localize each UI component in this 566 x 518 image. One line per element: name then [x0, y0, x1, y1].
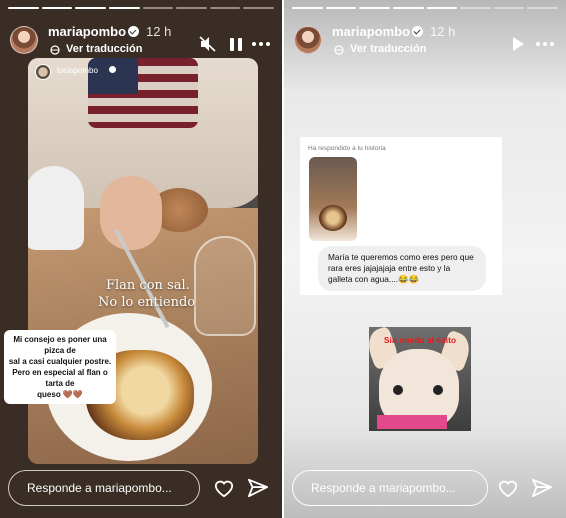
- progress-segment: [460, 7, 491, 9]
- dog-eye: [433, 385, 443, 395]
- play-icon[interactable]: [510, 34, 526, 54]
- progress-segment: [392, 7, 424, 9]
- story-time: 12 h: [146, 24, 172, 39]
- reply-input[interactable]: Responde a mariapombo...: [292, 470, 488, 506]
- story-panel-left[interactable]: mariapombo 12 h Ver traducción luciapomb…: [0, 0, 282, 518]
- progress-segment: [493, 7, 525, 9]
- username[interactable]: mariapombo: [48, 24, 126, 39]
- translate-icon: [334, 45, 344, 55]
- reply-screenshot-card: Ha respondido a tu historia María te que…: [300, 137, 502, 295]
- progress-segment: [209, 7, 241, 9]
- story-header: mariapombo 12 h Ver traducción: [292, 22, 558, 62]
- story-header: mariapombo 12 h Ver traducción: [8, 22, 274, 62]
- send-icon[interactable]: [531, 478, 553, 498]
- avatar[interactable]: [294, 26, 322, 54]
- comment-line: sal a casi cualquier postre.: [8, 357, 112, 366]
- progress-segment: [426, 7, 458, 9]
- reposted-username[interactable]: luciapombo: [57, 66, 98, 75]
- progress-segment: [243, 7, 274, 9]
- photo-hand: [100, 176, 162, 250]
- chihuahua-meme-image: Sin miedo al éxito: [369, 327, 471, 431]
- comment-line: Pero en especial al flan o tarta de: [12, 368, 108, 388]
- heart-icon[interactable]: [497, 478, 519, 498]
- caption-line-2: No lo entiendo: [98, 295, 196, 310]
- progress-segment: [142, 7, 174, 9]
- progress-segment: [108, 7, 140, 9]
- avatar[interactable]: [10, 26, 38, 54]
- heart-icon[interactable]: [213, 478, 235, 498]
- story-thumbnail: [309, 157, 357, 241]
- photo-glass: [194, 236, 256, 336]
- verified-badge-icon: [128, 26, 139, 37]
- progress-segment: [527, 7, 558, 9]
- verified-badge-icon: [412, 26, 423, 37]
- progress-segment: [359, 7, 390, 9]
- photo-sugar-bowl: [28, 166, 84, 250]
- story-progress-bar: [8, 7, 274, 9]
- translate-button[interactable]: Ver traducción: [66, 43, 142, 55]
- more-options-icon[interactable]: [250, 34, 272, 54]
- comment-line: Mi consejo es poner una pizca de: [13, 335, 107, 355]
- progress-segment: [292, 7, 323, 9]
- story-progress-bar: [292, 7, 558, 9]
- reply-input[interactable]: Responde a mariapombo...: [8, 470, 200, 506]
- reply-label: Ha respondido a tu historia: [308, 145, 386, 152]
- reposted-verified-icon: [109, 66, 116, 73]
- dog-eye: [393, 385, 403, 395]
- progress-segment: [8, 7, 39, 9]
- pause-icon[interactable]: [228, 34, 244, 54]
- translate-button[interactable]: Ver traducción: [350, 43, 426, 55]
- reposted-avatar[interactable]: [35, 64, 51, 80]
- comment-sticker: Mi consejo es poner una pizca de sal a c…: [4, 330, 116, 404]
- photo-flag-canton: [88, 58, 138, 94]
- progress-segment: [176, 7, 207, 9]
- progress-segment: [75, 7, 106, 9]
- mute-icon[interactable]: [198, 34, 218, 54]
- username[interactable]: mariapombo: [332, 24, 410, 39]
- story-panel-right[interactable]: mariapombo 12 h Ver traducción Ha respon…: [284, 0, 566, 518]
- caption-line-1: Flan con sal.: [106, 278, 190, 293]
- story-time: 12 h: [430, 24, 456, 39]
- meme-caption: Sin miedo al éxito: [383, 335, 457, 345]
- send-icon[interactable]: [247, 478, 269, 498]
- comment-line: queso 🤎🤎: [37, 390, 83, 399]
- dog-collar: [377, 415, 447, 429]
- more-options-icon[interactable]: [534, 34, 556, 54]
- translate-icon: [50, 45, 60, 55]
- dm-message-bubble: María te queremos como eres pero que rar…: [318, 246, 486, 291]
- progress-segment: [325, 7, 357, 9]
- progress-segment: [41, 7, 73, 9]
